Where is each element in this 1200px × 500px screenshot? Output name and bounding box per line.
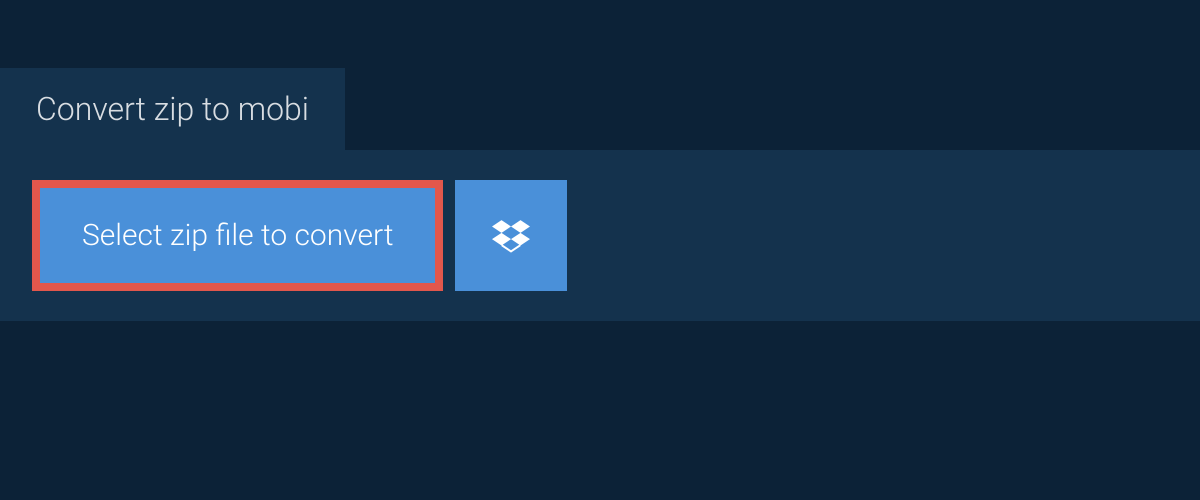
button-row: Select zip file to convert: [32, 180, 1168, 291]
select-file-button[interactable]: Select zip file to convert: [32, 180, 443, 291]
tab-title: Convert zip to mobi: [36, 90, 309, 128]
dropbox-button[interactable]: [455, 180, 567, 291]
content-panel: Select zip file to convert: [0, 150, 1200, 321]
tab-header[interactable]: Convert zip to mobi: [0, 68, 345, 150]
select-file-label: Select zip file to convert: [82, 218, 393, 253]
dropbox-icon: [492, 217, 530, 255]
